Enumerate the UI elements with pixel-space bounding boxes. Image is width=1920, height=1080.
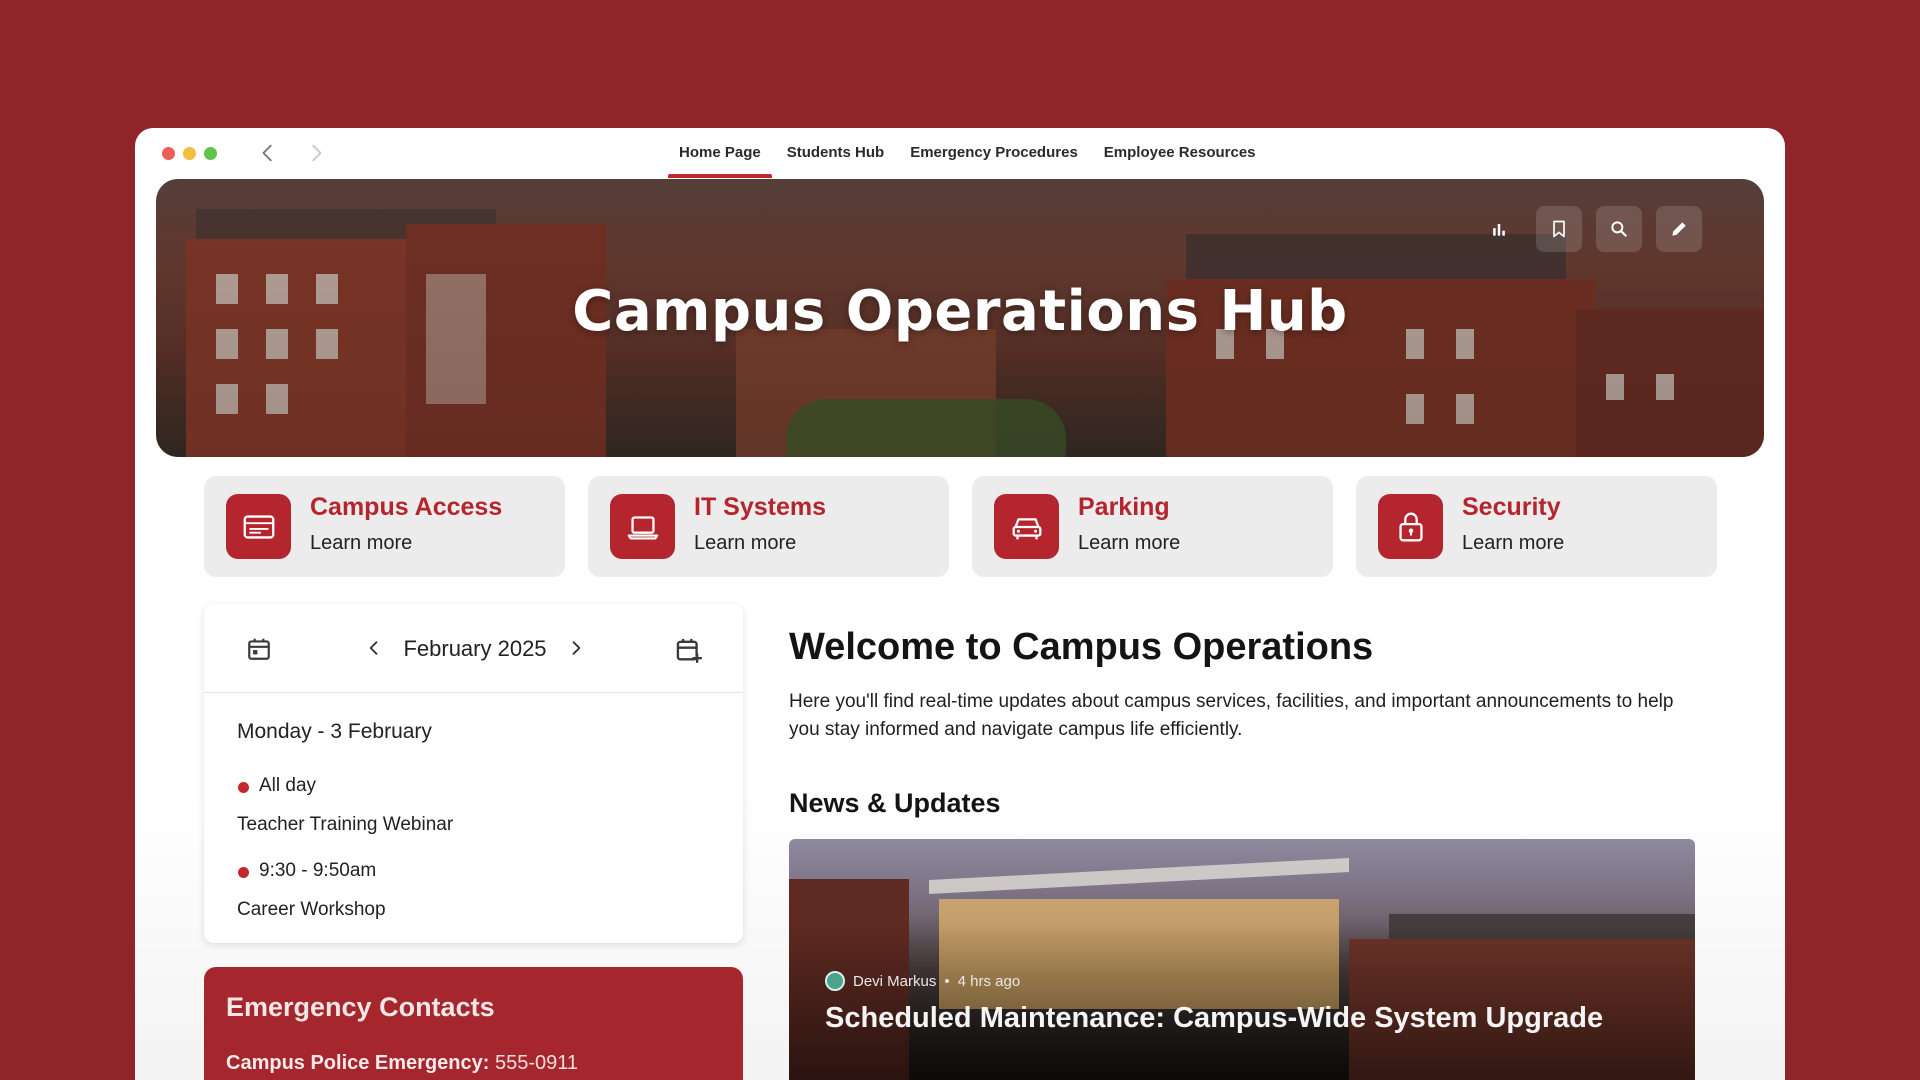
quick-link-campus-access[interactable]: Campus Access Learn more bbox=[204, 476, 565, 577]
hero-toolbar bbox=[1476, 206, 1702, 252]
lock-icon bbox=[1378, 494, 1443, 559]
calendar-header: February 2025 bbox=[204, 604, 743, 693]
calendar-widget: February 2025 Monday - 3 February All da… bbox=[204, 604, 743, 943]
learn-more-link[interactable]: Learn more bbox=[1078, 532, 1180, 555]
learn-more-link[interactable]: Learn more bbox=[1462, 532, 1564, 555]
calendar-month: February 2025 bbox=[403, 636, 547, 661]
tab-home-page[interactable]: Home Page bbox=[666, 128, 774, 178]
back-arrow-icon[interactable] bbox=[257, 142, 279, 164]
event-time: All day bbox=[259, 775, 317, 796]
close-window-button[interactable] bbox=[162, 147, 175, 160]
news-author: Devi Markus • 4 hrs ago bbox=[825, 971, 1020, 991]
emergency-contact-label: Campus Police Emergency: bbox=[226, 1052, 490, 1074]
quick-link-parking[interactable]: Parking Learn more bbox=[972, 476, 1333, 577]
next-month-icon[interactable] bbox=[566, 638, 586, 658]
hero-banner: Campus Operations Hub bbox=[156, 179, 1764, 457]
tab-students-hub[interactable]: Students Hub bbox=[774, 128, 898, 178]
news-card[interactable]: Devi Markus • 4 hrs ago Scheduled Mainte… bbox=[789, 839, 1695, 1080]
avatar bbox=[825, 971, 845, 991]
emergency-contact-line: Campus Police Emergency: 555-0911 bbox=[226, 1052, 578, 1075]
post-time: 4 hrs ago bbox=[957, 972, 1021, 990]
event-dot bbox=[238, 782, 249, 793]
event-name[interactable]: Teacher Training Webinar bbox=[237, 814, 453, 836]
calendar-day-heading: Monday - 3 February bbox=[237, 720, 432, 743]
tab-emergency-procedures[interactable]: Emergency Procedures bbox=[897, 128, 1091, 178]
bookmark-icon[interactable] bbox=[1536, 206, 1582, 252]
maximize-window-button[interactable] bbox=[204, 147, 217, 160]
quick-link-title: Security bbox=[1462, 493, 1561, 521]
separator-dot: • bbox=[944, 972, 950, 990]
news-title[interactable]: Scheduled Maintenance: Campus-Wide Syste… bbox=[825, 1002, 1603, 1035]
pencil-icon[interactable] bbox=[1656, 206, 1702, 252]
bar-chart-icon[interactable] bbox=[1476, 206, 1522, 252]
learn-more-link[interactable]: Learn more bbox=[694, 532, 796, 555]
intro-text: Here you'll find real-time updates about… bbox=[789, 691, 1674, 740]
hero-title: Campus Operations Hub bbox=[572, 279, 1348, 344]
forward-arrow-icon[interactable] bbox=[305, 142, 327, 164]
author-name: Devi Markus bbox=[853, 972, 937, 990]
quick-link-it-systems[interactable]: IT Systems Learn more bbox=[588, 476, 949, 577]
laptop-icon bbox=[610, 494, 675, 559]
welcome-title: Welcome to Campus Operations bbox=[789, 626, 1374, 668]
tab-employee-resources[interactable]: Employee Resources bbox=[1091, 128, 1269, 178]
learn-more-link[interactable]: Learn more bbox=[310, 532, 412, 555]
quick-link-title: Campus Access bbox=[310, 493, 503, 521]
search-icon[interactable] bbox=[1596, 206, 1642, 252]
event-time: 9:30 - 9:50am bbox=[259, 860, 377, 881]
car-icon bbox=[994, 494, 1059, 559]
id-card-icon bbox=[226, 494, 291, 559]
event-dot bbox=[238, 867, 249, 878]
quick-link-security[interactable]: Security Learn more bbox=[1356, 476, 1717, 577]
emergency-contact-number[interactable]: 555-0911 bbox=[495, 1052, 578, 1074]
add-event-icon[interactable] bbox=[675, 636, 703, 664]
previous-month-icon[interactable] bbox=[364, 638, 384, 658]
nav-tabs: Home Page Students Hub Emergency Procedu… bbox=[666, 128, 1269, 178]
browser-window: Home Page Students Hub Emergency Procedu… bbox=[135, 128, 1785, 1080]
quick-link-title: Parking bbox=[1078, 493, 1170, 521]
calendar-icon[interactable] bbox=[246, 636, 272, 662]
emergency-contacts-card: Emergency Contacts Campus Police Emergen… bbox=[204, 967, 743, 1080]
quick-link-title: IT Systems bbox=[694, 493, 827, 521]
top-bar: Home Page Students Hub Emergency Procedu… bbox=[135, 128, 1785, 178]
emergency-contacts-title: Emergency Contacts bbox=[226, 992, 495, 1022]
event-name[interactable]: Career Workshop bbox=[237, 899, 386, 921]
minimize-window-button[interactable] bbox=[183, 147, 196, 160]
news-heading: News & Updates bbox=[789, 788, 1001, 818]
